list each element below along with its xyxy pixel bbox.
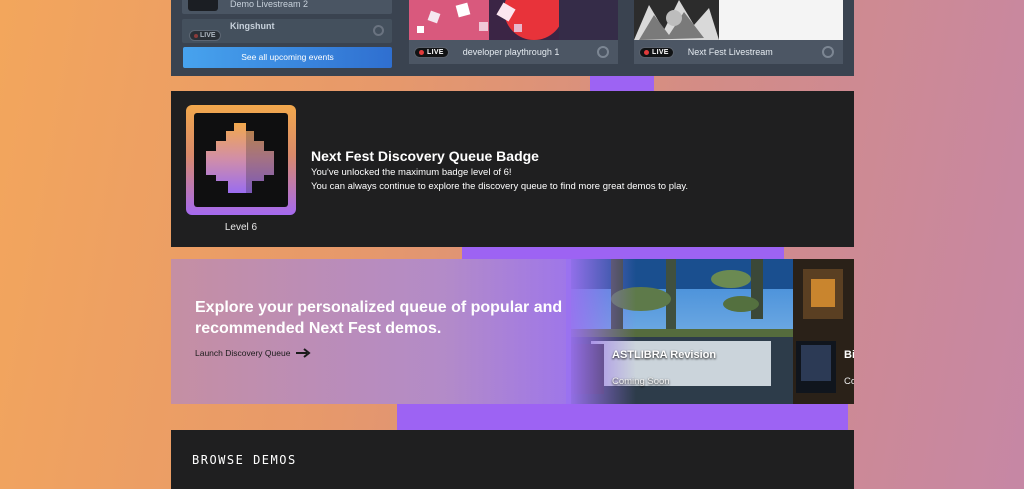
featured-game-title: ASTLIBRA Revision <box>612 349 717 361</box>
accent-bar-middle <box>462 247 784 259</box>
browse-demos-section: BROWSE DEMOS <box>171 430 854 489</box>
event-info-bar: LIVE Next Fest Livestream <box>634 40 843 64</box>
badge-icon <box>206 123 274 193</box>
discovery-queue-banner[interactable]: ASTLIBRA Revision Coming Soon Bi Co Expl… <box>171 259 854 404</box>
live-dot-icon <box>419 49 424 55</box>
upcoming-event-name: Demo Livestream 2 <box>230 0 309 9</box>
queue-heading: Explore your personalized queue of popul… <box>195 299 563 337</box>
live-dot-icon <box>644 49 649 55</box>
featured-game-status: Coming Soon <box>612 376 670 387</box>
event-thumbnail <box>188 0 218 11</box>
badge-description-line: You can always continue to explore the d… <box>311 181 689 192</box>
accent-bar-bottom <box>397 404 848 430</box>
launch-link-label: Launch Discovery Queue <box>195 348 291 358</box>
arrow-right-icon <box>296 348 312 358</box>
event-art <box>409 0 618 40</box>
live-badge-label: LIVE <box>652 48 669 56</box>
next-game-status: Co <box>844 376 854 387</box>
upcoming-event-row[interactable]: Demo Livestream 2 <box>182 0 392 14</box>
accent-bar-top <box>590 76 654 91</box>
event-art <box>634 0 843 40</box>
badge-frame <box>186 105 296 215</box>
notify-ring-icon[interactable] <box>373 25 384 36</box>
live-event-card[interactable]: LIVE Next Fest Livestream <box>634 0 843 64</box>
badge-title: Next Fest Discovery Queue Badge <box>311 148 539 164</box>
launch-discovery-queue-link[interactable]: Launch Discovery Queue <box>195 348 312 358</box>
discovery-badge-panel: Level 6 Next Fest Discovery Queue Badge … <box>171 91 854 247</box>
live-badge: LIVE <box>639 46 674 58</box>
live-dot-icon <box>194 33 198 38</box>
live-event-card[interactable]: LIVE developer playthrough 1 <box>409 0 618 64</box>
section-title: BROWSE DEMOS <box>192 453 297 467</box>
event-info-bar: LIVE developer playthrough 1 <box>409 40 618 64</box>
next-game-title: Bi <box>844 349 854 361</box>
notify-ring-icon[interactable] <box>597 46 609 58</box>
events-panel: Demo Livestream 2 Kingshunt LIVE See all… <box>171 0 854 76</box>
badge-level-label: Level 6 <box>224 222 258 233</box>
badge-description-line: You've unlocked the maximum badge level … <box>311 167 512 178</box>
live-badge-label: LIVE <box>200 32 216 39</box>
event-title: Next Fest Livestream <box>687 47 773 57</box>
live-badge: LIVE <box>414 46 449 58</box>
notify-ring-icon[interactable] <box>822 46 834 58</box>
see-all-events-button[interactable]: See all upcoming events <box>183 47 392 68</box>
live-badge: LIVE <box>189 30 221 41</box>
live-badge-label: LIVE <box>427 48 444 56</box>
event-title: developer playthrough 1 <box>462 47 560 57</box>
badge-image <box>194 113 288 207</box>
upcoming-event-name: Kingshunt <box>230 21 275 31</box>
